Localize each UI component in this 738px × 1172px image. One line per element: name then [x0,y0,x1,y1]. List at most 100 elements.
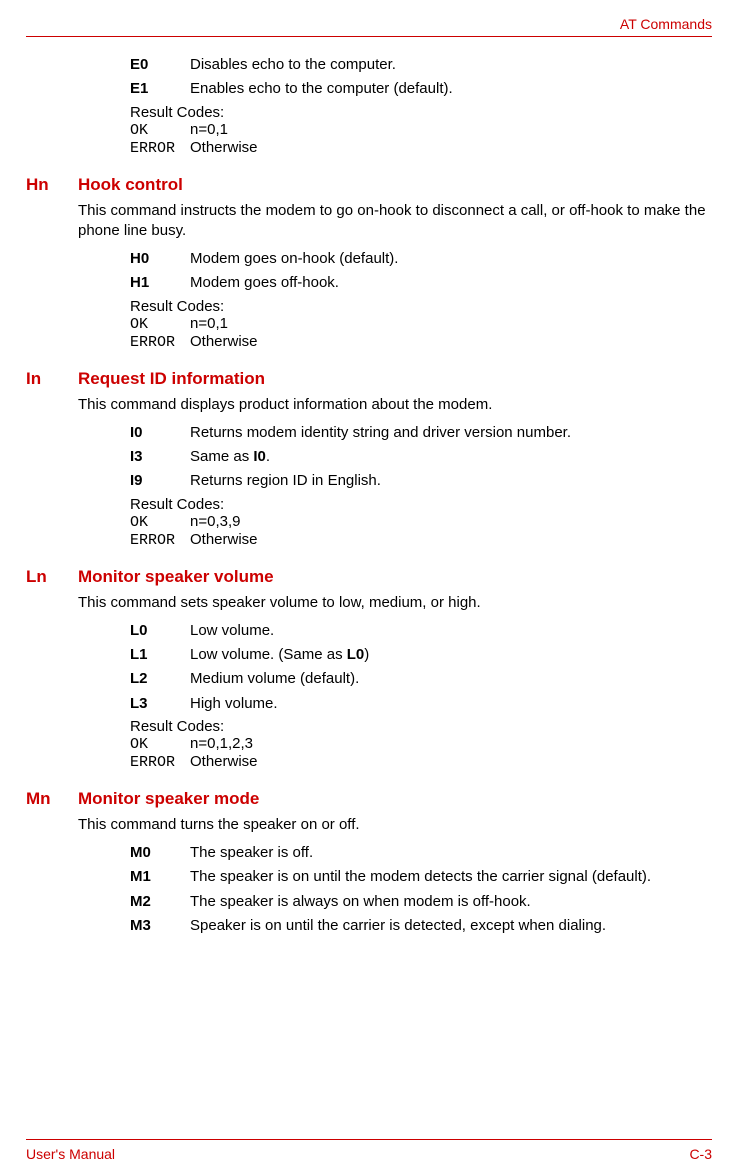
result-ok-value: n=0,1 [190,315,708,332]
option-desc: Medium volume (default). [190,669,708,689]
option-code: L2 [130,670,190,687]
result-error: ERROR [130,754,190,771]
option-code: I0 [130,424,190,441]
option-code: I9 [130,472,190,489]
option-row: L1 Low volume. (Same as L0) [130,645,708,665]
desc-pre: Same as [190,448,253,465]
result-row: OK n=0,1,2,3 [130,735,708,753]
option-row: I0 Returns modem identity string and dri… [130,423,708,443]
result-row: ERROR Otherwise [130,753,708,771]
option-row: I3 Same as I0. [130,447,708,467]
option-row: I9 Returns region ID in English. [130,471,708,491]
result-codes-label: Result Codes: [130,496,708,513]
section-heading-mn: Mn Monitor speaker mode [26,789,708,809]
result-ok-value: n=0,3,9 [190,513,708,530]
option-desc: Returns modem identity string and driver… [190,423,708,443]
result-row: OK n=0,1 [130,315,708,333]
result-ok: OK [130,122,190,139]
result-ok-value: n=0,1 [190,121,708,138]
result-row: ERROR Otherwise [130,333,708,351]
result-ok-value: n=0,1,2,3 [190,735,708,752]
option-desc: Low volume. (Same as L0) [190,645,708,665]
page-footer: User's Manual C-3 [26,1139,712,1162]
option-desc: The speaker is off. [190,843,708,863]
result-error: ERROR [130,334,190,351]
section-paragraph: This command sets speaker volume to low,… [78,593,708,613]
option-code: M1 [130,868,190,885]
option-row: M1 The speaker is on until the modem det… [130,867,708,887]
option-code: M3 [130,917,190,934]
result-ok: OK [130,514,190,531]
result-codes-label: Result Codes: [130,104,708,121]
option-desc: Speaker is on until the carrier is detec… [190,916,708,936]
result-error-value: Otherwise [190,531,708,548]
option-desc: Enables echo to the computer (default). [190,79,708,99]
option-code: L3 [130,695,190,712]
option-row: H0 Modem goes on-hook (default). [130,249,708,269]
option-row: E0 Disables echo to the computer. [130,55,708,75]
option-row: M2 The speaker is always on when modem i… [130,892,708,912]
option-code: H0 [130,250,190,267]
result-codes-label: Result Codes: [130,298,708,315]
option-code: L1 [130,646,190,663]
option-code: M0 [130,844,190,861]
option-row: L0 Low volume. [130,621,708,641]
section-heading-in: In Request ID information [26,369,708,389]
option-row: L3 High volume. [130,694,708,714]
option-desc: High volume. [190,694,708,714]
option-code: I3 [130,448,190,465]
section-title: Monitor speaker mode [78,789,259,809]
section-title: Request ID information [78,369,265,389]
desc-pre: Low volume. (Same as [190,646,347,663]
option-desc: The speaker is on until the modem detect… [190,867,708,887]
option-desc: Modem goes off-hook. [190,273,708,293]
option-desc: Disables echo to the computer. [190,55,708,75]
option-row: H1 Modem goes off-hook. [130,273,708,293]
result-error: ERROR [130,140,190,157]
section-code: Hn [26,175,78,195]
option-desc: The speaker is always on when modem is o… [190,892,708,912]
result-row: ERROR Otherwise [130,531,708,549]
desc-bold: I0 [253,448,266,465]
option-desc: Same as I0. [190,447,708,467]
section-code: In [26,369,78,389]
option-row: M0 The speaker is off. [130,843,708,863]
option-row: E1 Enables echo to the computer (default… [130,79,708,99]
option-code: L0 [130,622,190,639]
section-heading-hn: Hn Hook control [26,175,708,195]
option-row: L2 Medium volume (default). [130,669,708,689]
desc-post: ) [364,646,369,663]
option-code: H1 [130,274,190,291]
result-row: OK n=0,3,9 [130,513,708,531]
result-error-value: Otherwise [190,333,708,350]
section-paragraph: This command turns the speaker on or off… [78,815,708,835]
option-row: M3 Speaker is on until the carrier is de… [130,916,708,936]
option-code: M2 [130,893,190,910]
result-row: OK n=0,1 [130,121,708,139]
option-desc: Returns region ID in English. [190,471,708,491]
header-title: AT Commands [620,16,712,32]
option-desc: Modem goes on-hook (default). [190,249,708,269]
section-title: Monitor speaker volume [78,567,274,587]
section-paragraph: This command instructs the modem to go o… [78,201,708,242]
option-code: E0 [130,56,190,73]
option-code: E1 [130,80,190,97]
result-ok: OK [130,736,190,753]
section-title: Hook control [78,175,183,195]
result-error: ERROR [130,532,190,549]
section-heading-ln: Ln Monitor speaker volume [26,567,708,587]
page-content: E0 Disables echo to the computer. E1 Ena… [78,55,708,1000]
result-error-value: Otherwise [190,139,708,156]
desc-post: . [266,448,270,465]
option-desc: Low volume. [190,621,708,641]
result-row: ERROR Otherwise [130,139,708,157]
section-code: Ln [26,567,78,587]
desc-bold: L0 [347,646,365,663]
section-code: Mn [26,789,78,809]
page-header: AT Commands [26,16,712,37]
result-error-value: Otherwise [190,753,708,770]
result-codes-label: Result Codes: [130,718,708,735]
section-paragraph: This command displays product informatio… [78,395,708,415]
footer-right: C-3 [689,1146,712,1162]
footer-left: User's Manual [26,1146,115,1162]
